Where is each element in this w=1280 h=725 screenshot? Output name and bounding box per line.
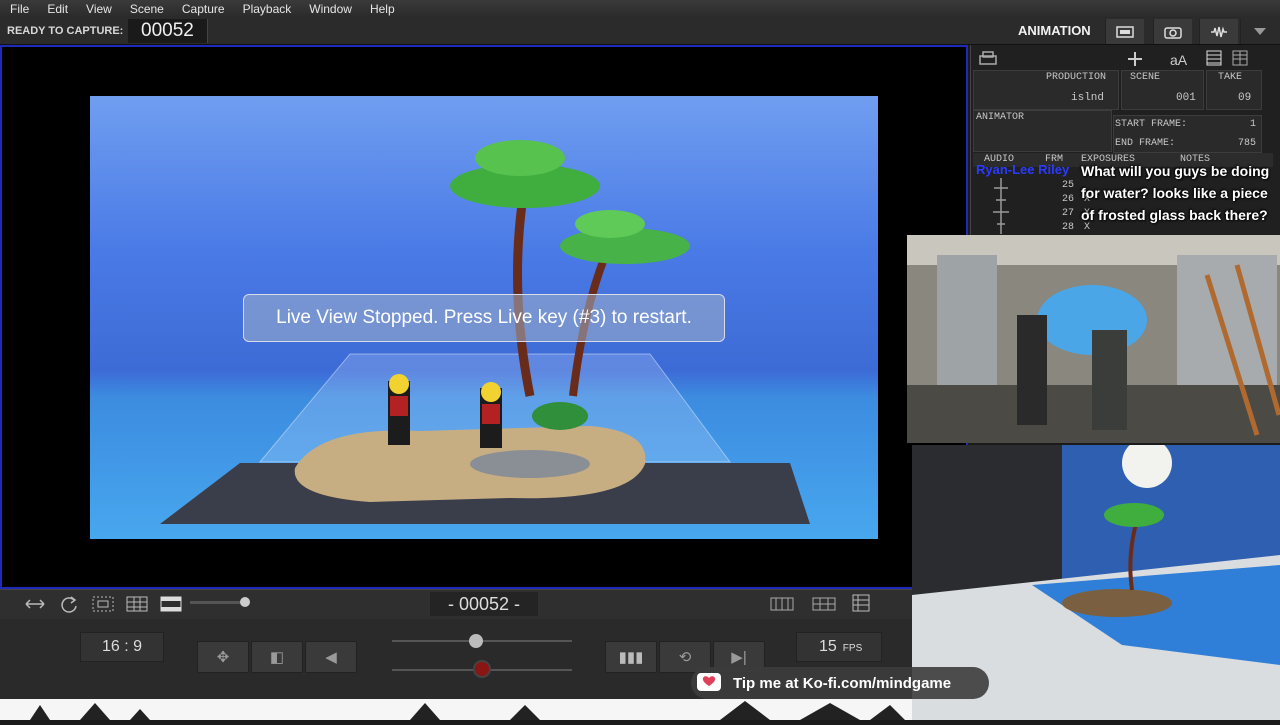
kofi-banner[interactable]: Tip me at Ko-fi.com/mindgame <box>691 667 989 699</box>
fps-unit: FPS <box>842 643 863 654</box>
move-icon[interactable]: ✥ <box>197 641 249 673</box>
live-view-message: Live View Stopped. Press Live key (#3) t… <box>243 294 725 342</box>
panel-menu-icon[interactable] <box>1240 19 1279 44</box>
audio-waveform-icon <box>990 178 1012 239</box>
decorative-pattern <box>30 701 905 720</box>
studio-webcam-image <box>907 235 1280 443</box>
compare-icon[interactable]: ◧ <box>251 641 303 673</box>
menu-view[interactable]: View <box>86 2 112 16</box>
play-range-icon[interactable]: ▮▮▮ <box>605 641 657 673</box>
aspect-ratio-selector[interactable]: 16 : 9 <box>80 632 164 662</box>
end-frame-label: END FRAME: <box>1115 138 1176 149</box>
grid-view-icon[interactable] <box>1232 50 1248 71</box>
step-back-icon[interactable]: ◀ <box>305 641 357 673</box>
kofi-cup-icon <box>697 673 721 691</box>
studio-webcam <box>907 235 1280 443</box>
safe-area-icon[interactable] <box>92 596 114 617</box>
rotate-icon[interactable] <box>59 595 79 618</box>
take-value[interactable]: 09 <box>1238 92 1251 104</box>
record-handle[interactable] <box>473 660 491 678</box>
flip-horizontal-icon[interactable] <box>24 596 46 617</box>
mask-icon[interactable] <box>160 596 182 617</box>
menu-help[interactable]: Help <box>370 2 395 16</box>
end-frame-value[interactable]: 785 <box>1238 138 1256 149</box>
start-frame-label: START FRAME: <box>1115 119 1188 130</box>
menu-scene[interactable]: Scene <box>130 2 164 16</box>
menu-playback[interactable]: Playback <box>243 2 292 16</box>
start-frame-value[interactable]: 1 <box>1250 119 1256 130</box>
menu-edit[interactable]: Edit <box>47 2 68 16</box>
monitor-icon[interactable] <box>1105 19 1144 44</box>
menu-window[interactable]: Window <box>309 2 352 16</box>
waveform-icon[interactable] <box>1199 19 1238 44</box>
chat-message: What will you guys be doing for water? l… <box>1081 163 1270 223</box>
mode-label: ANIMATION <box>1018 23 1091 38</box>
production-value[interactable]: islnd <box>1071 92 1104 104</box>
list-view-icon[interactable] <box>1206 50 1222 71</box>
fps-selector[interactable]: 15 FPS <box>796 632 882 662</box>
playback-frame-display: - 00052 - <box>430 592 538 616</box>
overlay-strip <box>0 699 912 720</box>
capture-status-label: READY TO CAPTURE: <box>7 25 124 37</box>
frame-row-28[interactable]: 28 <box>1062 222 1074 233</box>
camera-icon[interactable] <box>1153 19 1192 44</box>
menu-bar: File Edit View Scene Capture Playback Wi… <box>0 0 1280 18</box>
production-header: PRODUCTION <box>1046 72 1107 83</box>
timeline-icon[interactable] <box>812 596 836 617</box>
onion-skin-handle[interactable] <box>469 634 483 648</box>
text-size-icon[interactable]: aA <box>1170 52 1187 68</box>
capture-frame-counter: 00052 <box>128 19 208 43</box>
chat-username: Ryan-Lee Riley <box>976 162 1070 177</box>
frame-row-25[interactable]: 25 <box>1062 180 1074 191</box>
take-header: TAKE <box>1218 72 1243 83</box>
scene-value[interactable]: 001 <box>1176 92 1196 104</box>
animator-label: ANIMATOR <box>976 112 1025 123</box>
menu-capture[interactable]: Capture <box>182 2 225 16</box>
scene-header: SCENE <box>1130 72 1161 83</box>
frame-row-27[interactable]: 27 <box>1062 208 1074 219</box>
opacity-slider[interactable] <box>190 601 246 604</box>
frame-row-26[interactable]: 26 <box>1062 194 1074 205</box>
xsheet-toggle-icon[interactable] <box>852 594 870 617</box>
menu-file[interactable]: File <box>10 2 29 16</box>
filmstrip-icon[interactable] <box>770 596 794 617</box>
opacity-slider-handle[interactable] <box>240 597 250 607</box>
grid-overlay-icon[interactable] <box>126 596 148 617</box>
fps-value: 15 <box>819 638 837 655</box>
